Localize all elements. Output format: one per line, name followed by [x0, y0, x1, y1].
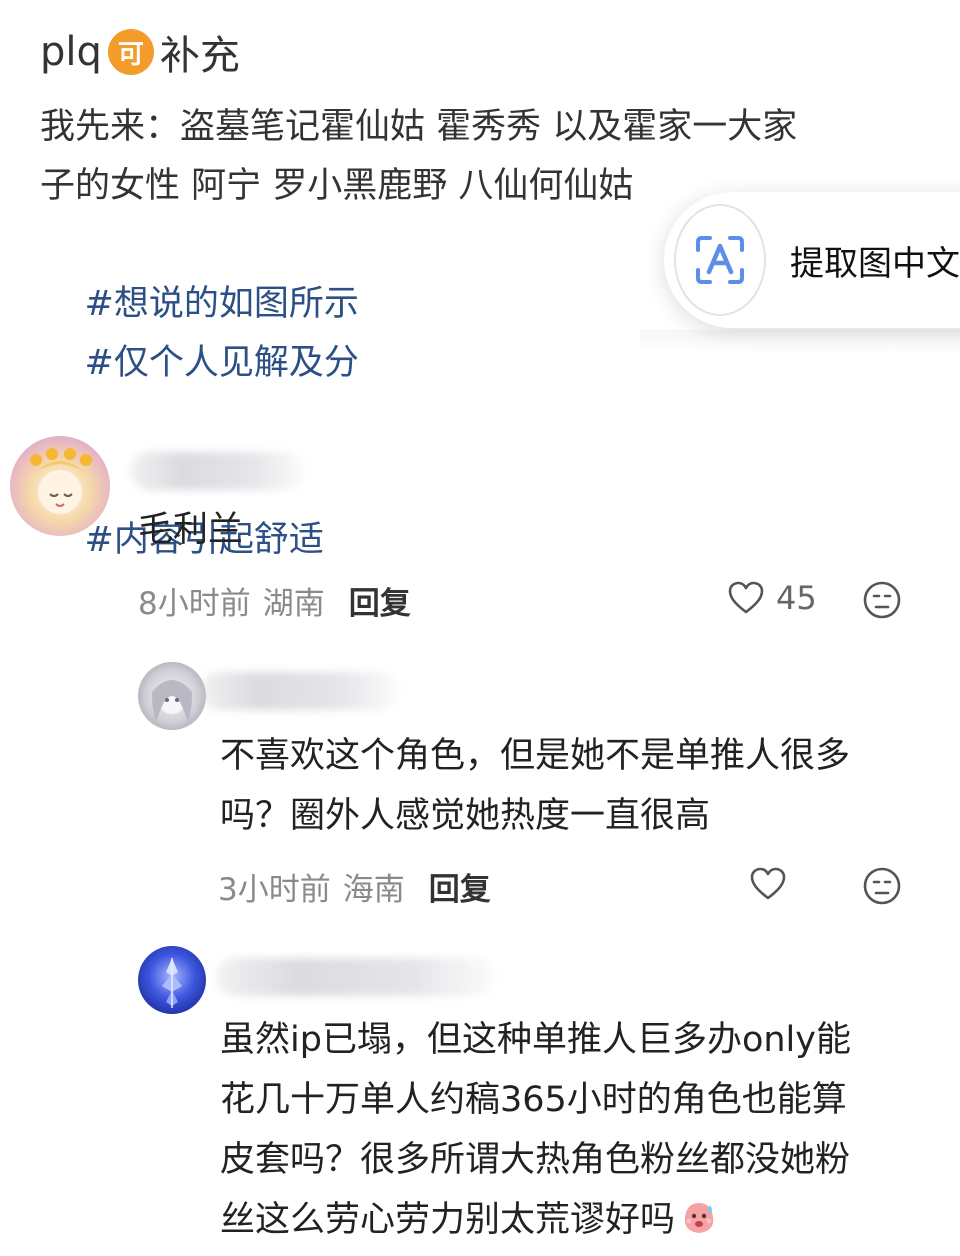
neutral-face-icon [863, 867, 901, 905]
username-redacted [200, 672, 400, 710]
like-button[interactable] [748, 864, 798, 904]
like-count: 45 [776, 579, 817, 617]
avatar[interactable] [138, 946, 206, 1014]
sweat-emoji-icon [679, 1196, 719, 1236]
dislike-face-button[interactable] [862, 866, 902, 910]
comment-time: 8小时前 [138, 586, 251, 622]
comment-location: 海南 [342, 872, 405, 908]
extract-text-label: 提取图中文字 [790, 243, 960, 284]
avatar[interactable] [138, 662, 206, 730]
comment-text: 不喜欢这个角色，但是她不是单推人很多 吗？圈外人感觉她热度一直很高 [220, 736, 851, 836]
comment-text: 毛利兰 [138, 510, 244, 550]
neutral-face-icon [863, 581, 901, 619]
heart-icon [728, 581, 764, 614]
username-redacted [130, 452, 305, 490]
post-title-suffix: 补充 [159, 33, 240, 79]
ke-badge-icon: 可 [107, 29, 154, 75]
comment-location: 湖南 [262, 586, 325, 622]
avatar[interactable] [10, 436, 110, 536]
text-recognition-icon [674, 204, 766, 316]
comment-meta: 3小时前 海南 回复 [218, 864, 491, 909]
hashtag[interactable]: #仅个人见解及分 [85, 343, 359, 383]
like-button[interactable]: 45 [726, 578, 817, 618]
comment-time: 3小时前 [218, 872, 331, 908]
dislike-face-button[interactable] [862, 580, 902, 624]
comment-text: 虽然ip已塌，但这种单推人巨多办only能 花几十万单人约稿365小时的角色也能… [220, 1010, 940, 1250]
heart-icon [750, 867, 786, 900]
comment-text-body: 虽然ip已塌，但这种单推人巨多办only能 花几十万单人约稿365小时的角色也能… [220, 1020, 851, 1240]
post-author-name[interactable]: plq [40, 29, 102, 75]
reply-button[interactable]: 回复 [349, 578, 411, 623]
reply-button[interactable]: 回复 [429, 864, 491, 909]
username-redacted [216, 958, 496, 996]
comment-meta: 8小时前 湖南 回复 [138, 578, 411, 623]
hashtag[interactable]: #想说的如图所示 [85, 284, 359, 324]
post-title: plq 可 补充 [40, 24, 240, 80]
extract-text-button[interactable]: 提取图中文字 [664, 192, 960, 328]
ocr-shadow [640, 330, 960, 354]
